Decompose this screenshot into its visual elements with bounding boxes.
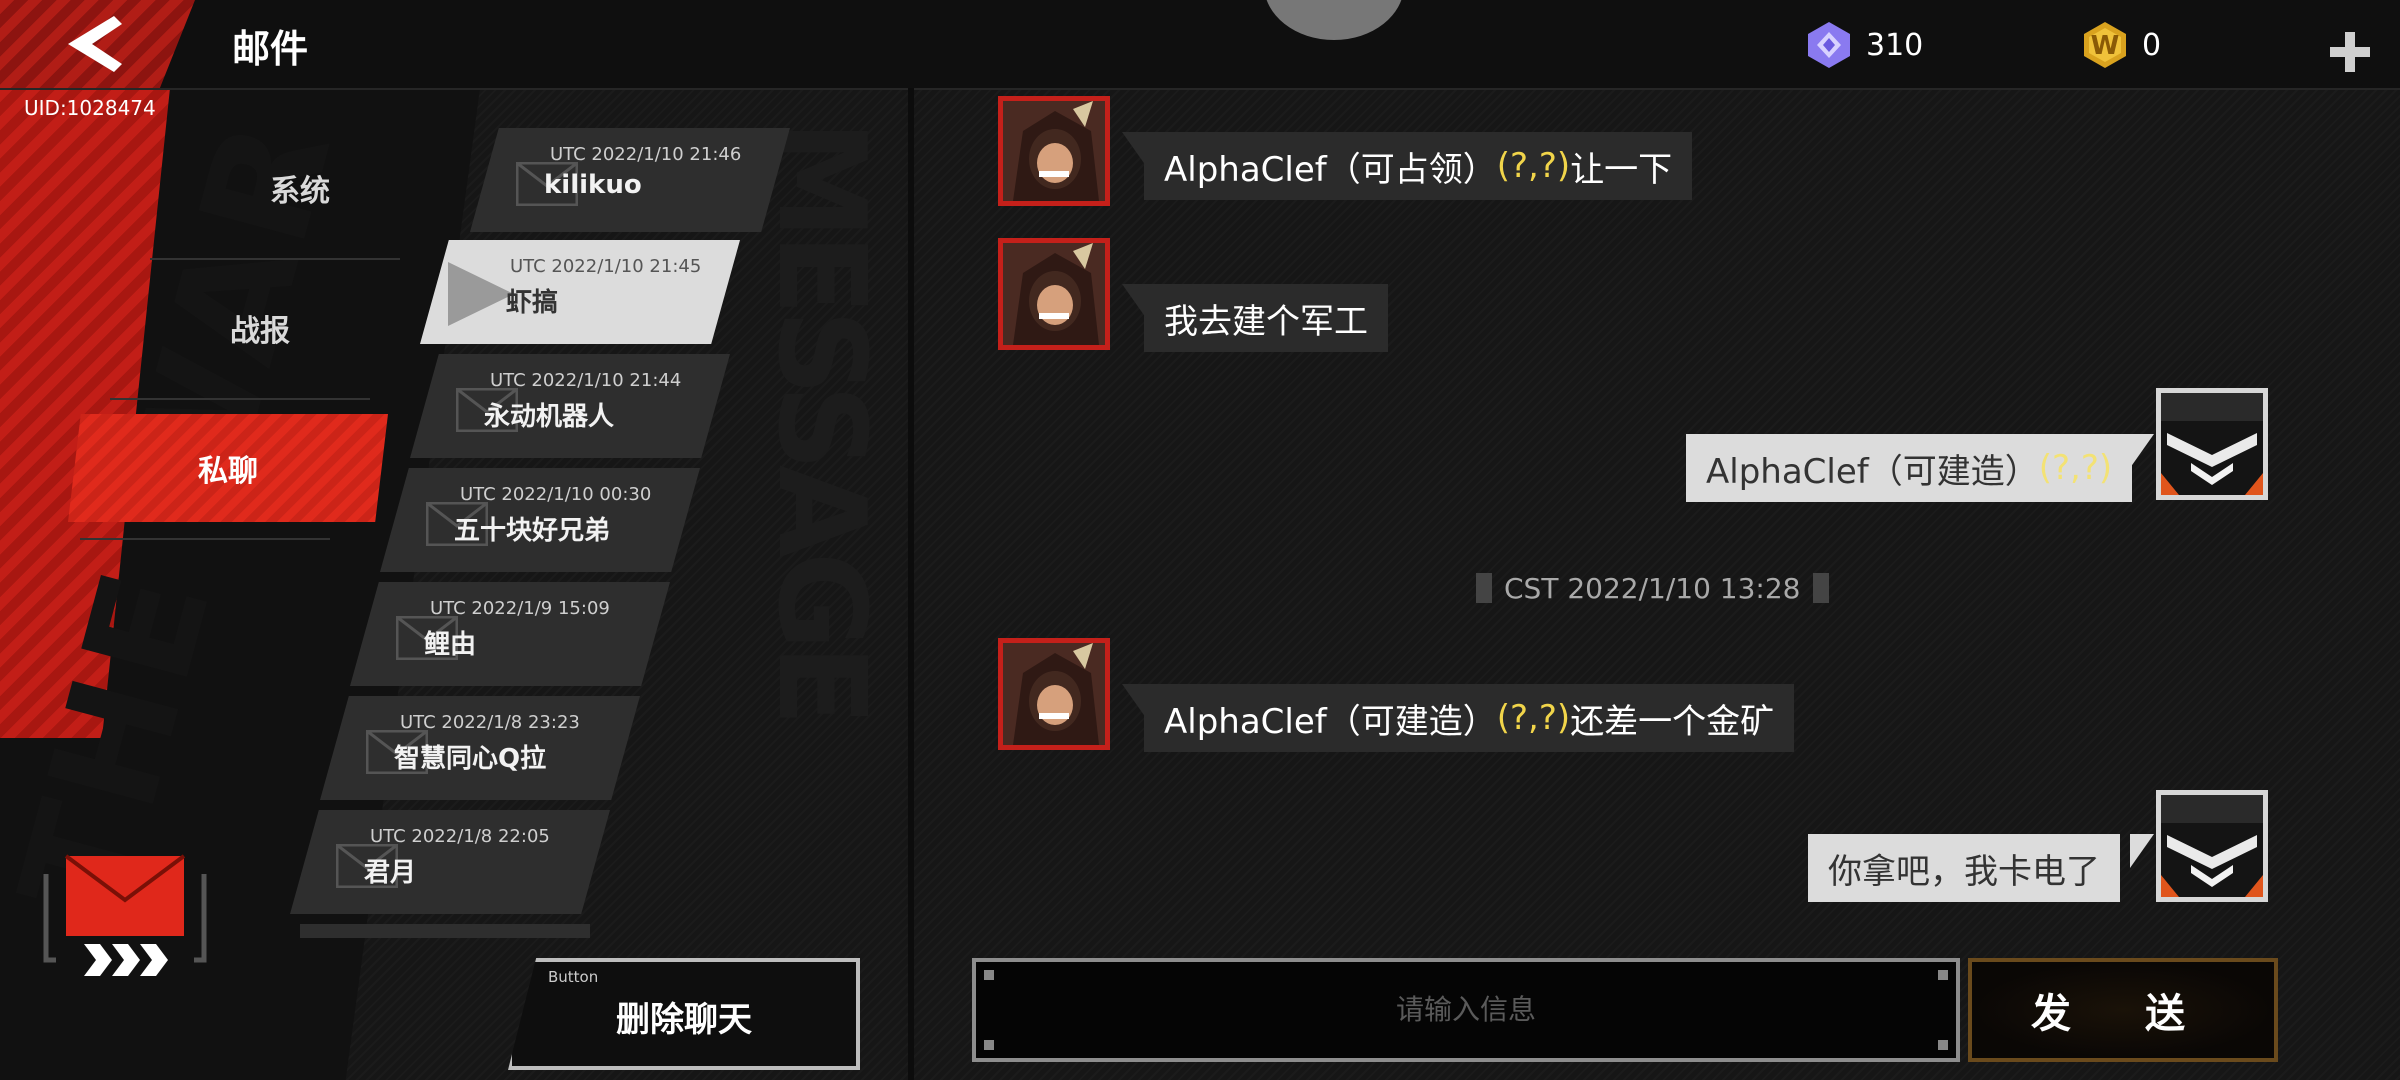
avatar-portrait-icon	[2161, 795, 2263, 897]
message-text: AlphaClef（可建造）	[1164, 701, 1497, 742]
chat-bubble-sent: 你拿吧，我卡电了	[1808, 834, 2120, 902]
avatar-sender	[998, 238, 1110, 350]
chat-bubble-received: 我去建个军工	[1144, 284, 1388, 352]
gem-count: 310	[1866, 27, 1924, 63]
avatar-portrait-icon	[2161, 393, 2263, 495]
bubble-tail	[2130, 834, 2154, 868]
category-battle-report[interactable]: 战报	[100, 274, 420, 382]
coordinate-link[interactable]: (?,?)	[1497, 146, 1570, 186]
back-button[interactable]	[0, 0, 195, 88]
timestamp-divider: CST 2022/1/10 13:28	[1464, 568, 1841, 608]
chat-bubble-received: AlphaClef（可建造） (?,?) 还差一个金矿	[1144, 684, 1795, 752]
corner-mark	[984, 1040, 994, 1050]
bubble-tail	[2130, 434, 2154, 468]
conversation-item[interactable]: UTC 2022/1/10 21:44 永动机器人	[410, 354, 730, 458]
delete-chat-button[interactable]: Button 删除聊天	[508, 958, 860, 1070]
avatar-sender	[998, 96, 1110, 206]
avatar-self	[2156, 388, 2268, 500]
send-label: 发 送	[2031, 991, 2215, 1037]
corner-mark	[1938, 1040, 1948, 1050]
chat-divider	[908, 88, 914, 1080]
message-text: AlphaClef（可建造）	[1706, 451, 2039, 492]
conversation-item[interactable]: UTC 2022/1/9 15:09 鲤由	[350, 582, 670, 686]
conversation-name: 五十块好兄弟	[454, 516, 611, 546]
message-input[interactable]: 请输入信息	[972, 958, 1960, 1062]
avatar-portrait-icon	[1003, 243, 1105, 345]
conversation-name: 虾搞	[506, 288, 559, 318]
avatar-portrait-icon	[1003, 643, 1105, 745]
message-text: 你拿吧，我卡电了	[1828, 851, 2100, 892]
corner-mark	[984, 970, 994, 980]
coordinate-link[interactable]: (?,?)	[1497, 698, 1570, 738]
add-currency-icon[interactable]	[2328, 30, 2372, 74]
button-tag: Button	[548, 968, 599, 986]
category-label: 战报	[230, 314, 290, 349]
bubble-tail	[1122, 132, 1146, 166]
divider-mark	[1476, 573, 1492, 603]
conversation-name: 智慧同心Q拉	[394, 744, 547, 774]
conversation-time: UTC 2022/1/10 00:30	[460, 484, 652, 505]
conversation-name: kilikuo	[544, 170, 642, 200]
avatar-sender	[998, 638, 1110, 750]
message-text: 还差一个金矿	[1570, 701, 1775, 742]
input-placeholder: 请输入信息	[1395, 993, 1536, 1026]
conversation-time: UTC 2022/1/10 21:44	[490, 370, 682, 391]
delete-chat-label: 删除聊天	[616, 1000, 752, 1040]
chat-bubble-sent: AlphaClef（可建造） (?,?)	[1686, 434, 2133, 502]
bubble-tail	[1122, 684, 1146, 718]
conversation-time: UTC 2022/1/10 21:45	[510, 256, 702, 277]
top-bar: 邮件 310 W 0	[0, 0, 2400, 90]
message-text: 让一下	[1570, 149, 1673, 190]
conversation-name: 君月	[364, 858, 417, 888]
avatar-self	[2156, 790, 2268, 902]
avatar-portrait-icon	[1003, 101, 1105, 201]
conversation-item[interactable]: UTC 2022/1/8 22:05 君月	[290, 810, 610, 914]
message-text: 我去建个军工	[1164, 301, 1368, 342]
divider-mark	[1812, 573, 1829, 603]
corner-mark	[1938, 970, 1948, 980]
gem-icon	[1808, 22, 1850, 68]
conversation-item[interactable]: UTC 2022/1/10 21:46 kilikuo	[470, 128, 790, 232]
conversation-item-selected[interactable]: UTC 2022/1/10 21:45 虾搞	[420, 240, 740, 344]
conversation-time: UTC 2022/1/10 21:46	[550, 144, 742, 165]
coin-count: 0	[2142, 27, 2162, 63]
divider	[110, 398, 370, 400]
category-label: 私聊	[198, 454, 258, 489]
coin-counter: W 0	[2080, 22, 2161, 68]
user-id: UID:1028474	[24, 96, 156, 120]
conversation-time: UTC 2022/1/8 23:23	[400, 712, 580, 733]
conversation-name: 永动机器人	[484, 402, 615, 432]
conversation-item[interactable]: UTC 2022/1/10 00:30 五十块好兄弟	[380, 468, 700, 572]
send-button[interactable]: 发 送	[1968, 958, 2278, 1062]
coin-letter: W	[2091, 31, 2120, 61]
coordinate-link[interactable]: (?,?)	[2039, 448, 2112, 488]
page-title: 邮件	[232, 27, 309, 71]
conversation-time: UTC 2022/1/9 15:09	[430, 598, 610, 619]
list-scroll-edge	[300, 924, 590, 938]
category-label: 系统	[270, 174, 330, 209]
back-arrow-icon	[68, 16, 122, 72]
category-private-chat[interactable]: 私聊	[68, 414, 388, 522]
conversation-item[interactable]: UTC 2022/1/8 23:23 智慧同心Q拉	[320, 696, 640, 800]
conversation-name: 鲤由	[424, 630, 477, 660]
category-system[interactable]: 系统	[140, 134, 460, 242]
mail-icon	[43, 854, 207, 976]
coin-icon: W	[2084, 22, 2126, 68]
divider	[150, 258, 400, 260]
message-text: AlphaClef（可占领）	[1164, 149, 1497, 190]
top-handle	[1264, 0, 1404, 40]
chat-bubble-received: AlphaClef（可占领） (?,?) 让一下	[1144, 132, 1693, 200]
divider	[80, 538, 330, 540]
conversation-time: UTC 2022/1/8 22:05	[370, 826, 550, 847]
timestamp-text: CST 2022/1/10 13:28	[1504, 571, 1801, 605]
gem-counter: 310	[1804, 22, 1923, 68]
message-watermark: MESSAGE	[751, 120, 890, 721]
bubble-tail	[1122, 284, 1146, 318]
